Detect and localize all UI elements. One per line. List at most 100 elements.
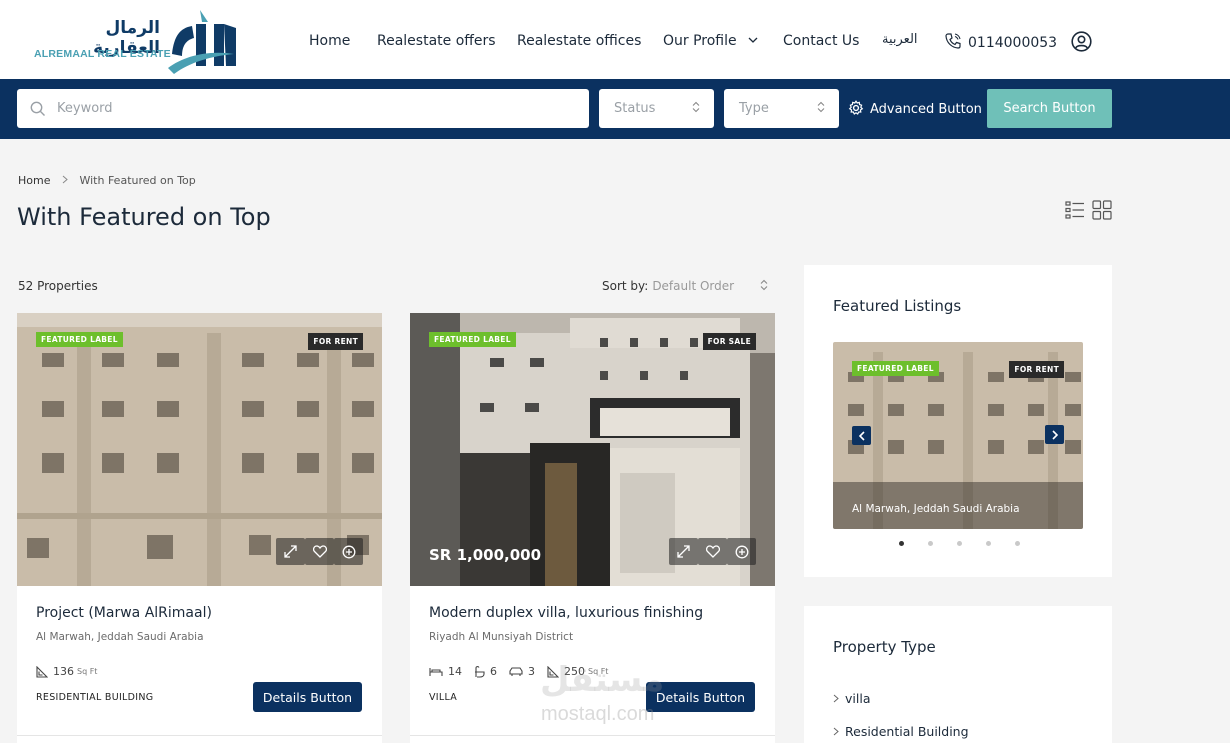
chevron-right-icon (833, 694, 839, 703)
property-title[interactable]: Modern duplex villa, luxurious finishing (429, 605, 703, 621)
select-arrows-icon (692, 101, 700, 113)
property-count: 52 Properties (18, 279, 98, 293)
slider-dot[interactable] (899, 541, 904, 546)
slider-dot[interactable] (1015, 541, 1020, 546)
chevron-down-icon (748, 37, 758, 43)
search-button[interactable]: Search Button (987, 89, 1112, 128)
featured-badge: FEATURED LABEL (429, 332, 516, 347)
property-type-item[interactable]: Residential Building (833, 724, 969, 739)
area-info: 136 Sq Ft (36, 665, 97, 678)
featured-listings-title: Featured Listings (833, 297, 962, 315)
sort-dropdown[interactable]: Sort by: Default Order (602, 279, 734, 293)
property-meta: 136 Sq Ft (36, 665, 109, 678)
slider-next-button[interactable] (1045, 425, 1064, 444)
slider-prev-button[interactable] (852, 426, 871, 445)
card-tools (276, 538, 363, 565)
compare-button[interactable] (727, 538, 756, 565)
breadcrumb-home[interactable]: Home (18, 174, 50, 187)
breadcrumb-current: With Featured on Top (79, 174, 196, 187)
user-account-icon[interactable] (1071, 31, 1092, 52)
slider-dot[interactable] (957, 541, 962, 546)
baths-info: 6 (474, 665, 497, 678)
site-logo[interactable]: الرمال العقارية ALREMAAL REAL ESTATE (30, 6, 242, 76)
property-type-widget: Property Type villa Residential Building (804, 606, 1112, 743)
property-address: Riyadh Al Munsiyah District (429, 631, 574, 643)
property-address: Al Marwah, Jeddah Saudi Arabia (36, 631, 204, 643)
property-type: RESIDENTIAL BUILDING (36, 692, 154, 703)
garage-value: 3 (528, 665, 535, 678)
breadcrumb: Home With Featured on Top (18, 174, 196, 187)
car-icon (509, 667, 523, 676)
property-image[interactable]: FEATURED LABEL FOR SALE SR 1,000,000 (410, 313, 775, 586)
status-select[interactable]: Status (599, 89, 714, 128)
heart-icon (312, 545, 327, 558)
favorite-button[interactable] (305, 538, 334, 565)
chevron-right-icon (1051, 429, 1058, 440)
nav-home[interactable]: Home (309, 33, 350, 49)
chevron-right-icon (62, 175, 68, 184)
sort-value: Default Order (652, 279, 735, 293)
baths-value: 6 (490, 665, 497, 678)
sort-label: Sort by: (602, 279, 649, 293)
plus-circle-icon (735, 545, 748, 558)
property-image[interactable]: FEATURED LABEL FOR RENT (17, 313, 382, 586)
nav-realestate-offices[interactable]: Realestate offices (517, 33, 641, 49)
featured-listing-address: Al Marwah, Jeddah Saudi Arabia (852, 503, 1020, 515)
chevron-right-icon (833, 727, 839, 736)
featured-badge: FEATURED LABEL (36, 332, 123, 347)
nav-contact-us[interactable]: Contact Us (783, 33, 859, 49)
search-icon (30, 101, 45, 116)
card-divider (17, 735, 382, 736)
nav-language-arabic[interactable]: العربية (882, 32, 918, 47)
property-price: SR 1,000,000 (429, 546, 542, 564)
nav-realestate-offers[interactable]: Realestate offers (377, 33, 496, 49)
page-title: With Featured on Top (17, 203, 271, 231)
area-value: 136 (53, 665, 74, 678)
card-tools (669, 538, 756, 565)
gear-icon (848, 100, 864, 115)
heart-icon (705, 545, 720, 558)
chevron-left-icon (858, 430, 865, 441)
logo-mark-icon (168, 10, 236, 74)
property-card: FEATURED LABEL FOR RENT Project (Marwa A… (17, 313, 382, 743)
list-view-icon[interactable] (1065, 200, 1085, 220)
nav-our-profile-label: Our Profile (663, 33, 737, 49)
select-arrows-icon[interactable] (760, 279, 768, 291)
status-badge: FOR RENT (308, 333, 363, 350)
type-select[interactable]: Type (724, 89, 839, 128)
grid-view-icon[interactable] (1092, 200, 1112, 220)
property-title[interactable]: Project (Marwa AlRimaal) (36, 605, 212, 621)
garage-info: 3 (509, 665, 535, 678)
expand-icon (677, 545, 690, 558)
keyword-input[interactable] (17, 89, 589, 128)
advanced-search-button[interactable]: Advanced Button (848, 100, 982, 117)
nav-our-profile[interactable]: Our Profile (663, 33, 758, 49)
property-type: VILLA (429, 692, 458, 703)
property-type-item[interactable]: villa (833, 691, 870, 706)
slider-dot[interactable] (986, 541, 991, 546)
beds-value: 14 (448, 665, 462, 678)
status-select-label: Status (614, 101, 656, 116)
bed-icon (429, 668, 443, 676)
type-select-label: Type (739, 101, 769, 116)
phone-link[interactable]: 0114000053 (944, 32, 1057, 51)
phone-number: 0114000053 (968, 35, 1058, 51)
expand-button[interactable] (276, 538, 305, 565)
property-type-title: Property Type (833, 638, 936, 656)
status-badge: FOR SALE (702, 333, 756, 350)
area-icon (36, 665, 48, 678)
expand-icon (284, 545, 297, 558)
expand-button[interactable] (669, 538, 698, 565)
phone-icon (945, 33, 961, 49)
compare-button[interactable] (334, 538, 363, 565)
status-badge: FOR RENT (1009, 361, 1064, 378)
watermark-arabic: مستقل (540, 660, 665, 700)
bath-icon (475, 666, 485, 678)
logo-english-text: ALREMAAL REAL ESTATE (34, 48, 171, 60)
site-header: الرمال العقارية ALREMAAL REAL ESTATE Hom… (0, 0, 1230, 79)
search-bar: Status Type Advanced Button Search Butto… (0, 79, 1230, 139)
details-button[interactable]: Details Button (253, 682, 362, 712)
favorite-button[interactable] (698, 538, 727, 565)
area-unit: Sq Ft (77, 667, 98, 676)
slider-dot[interactable] (928, 541, 933, 546)
